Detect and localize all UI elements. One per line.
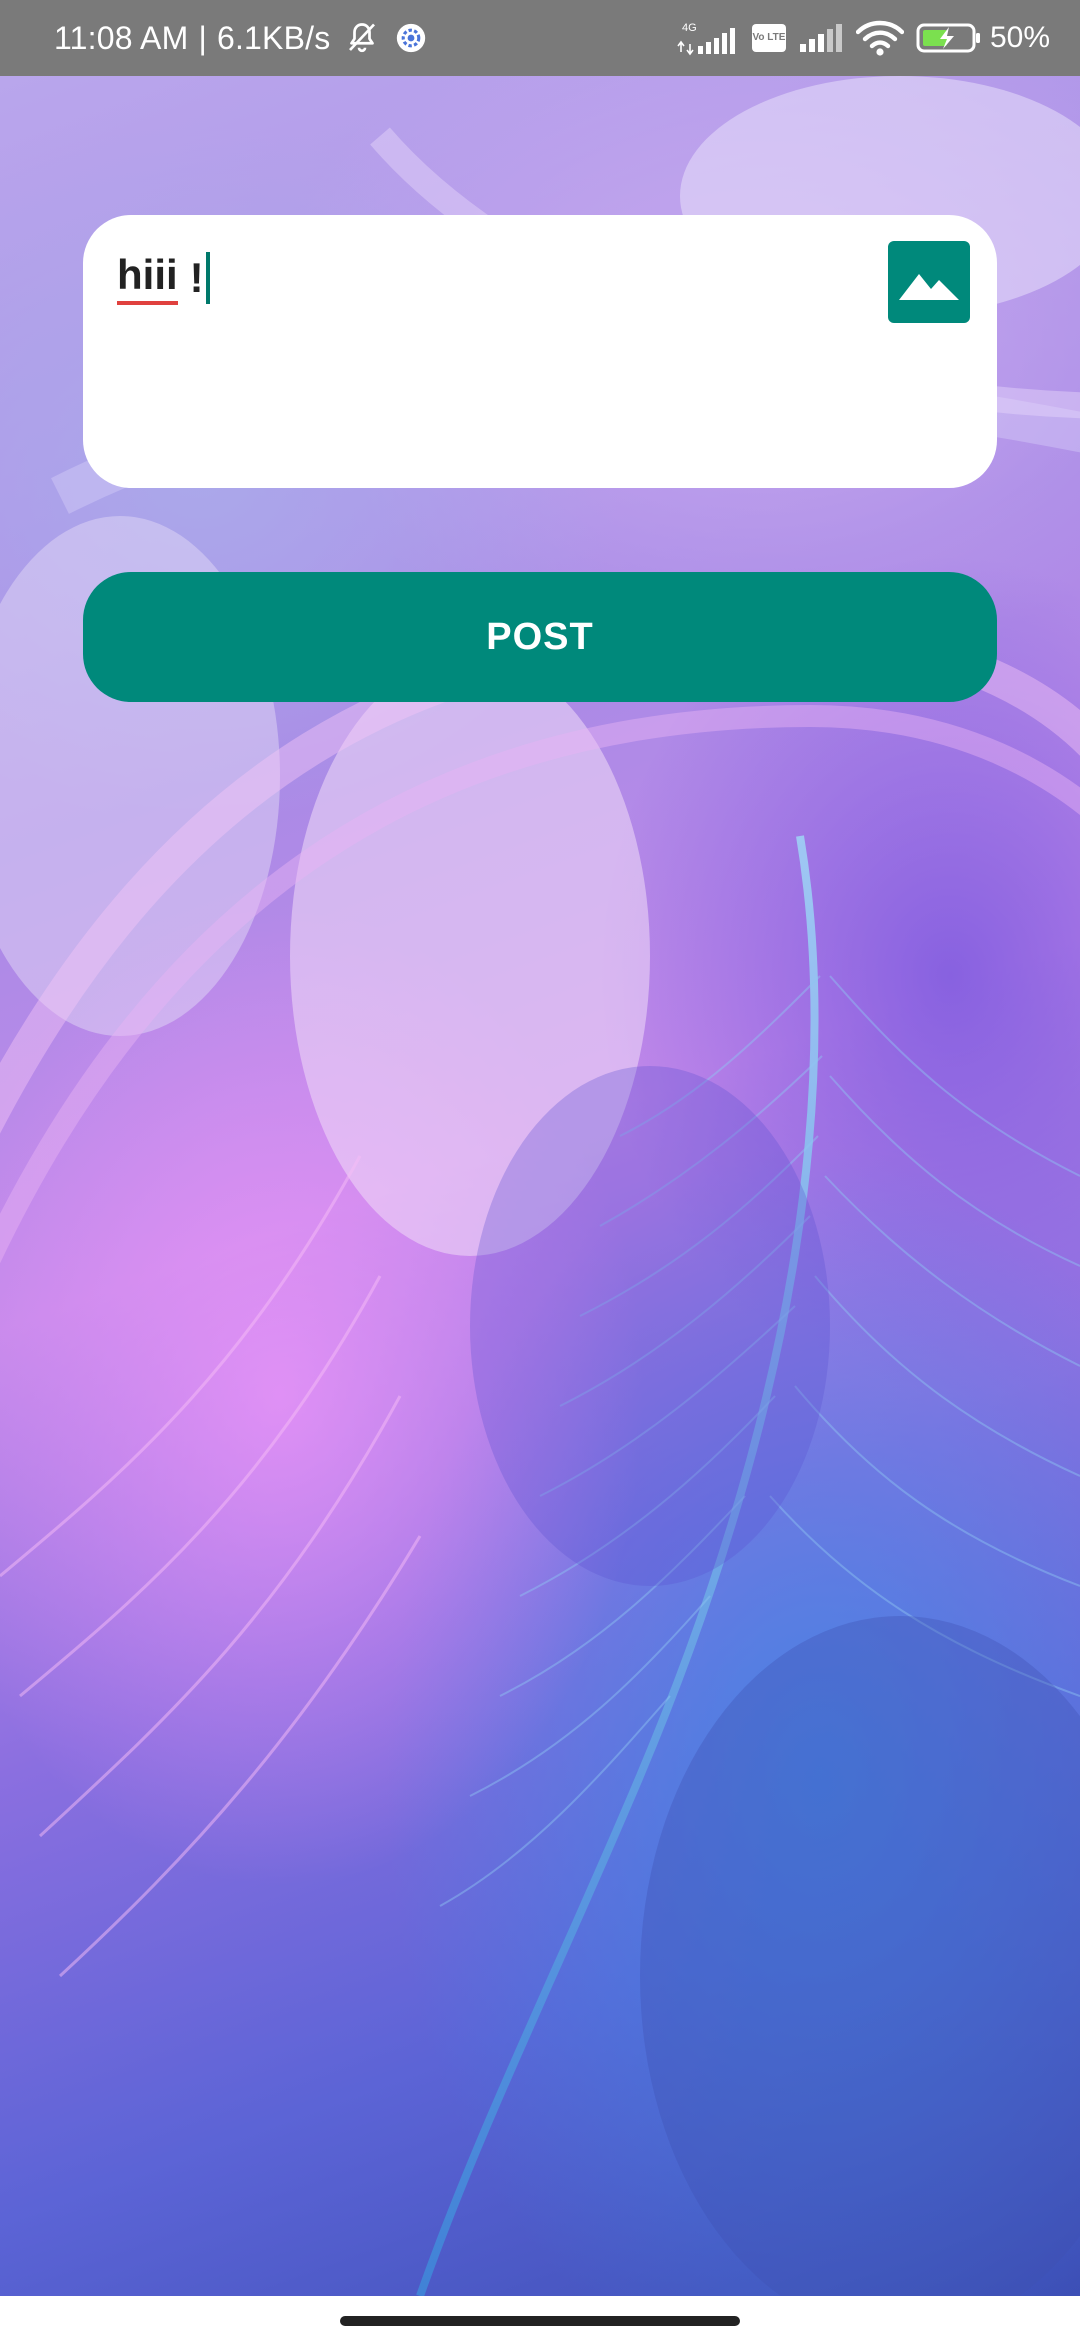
typed-text-word: hiii — [117, 251, 178, 305]
bell-off-icon — [344, 20, 380, 56]
status-bar: 11:08 AM | 6.1KB/s 4G Vo LTE 50% — [0, 0, 1080, 76]
network-type-label: 4G — [682, 22, 697, 34]
status-left: 11:08 AM | 6.1KB/s — [54, 20, 428, 57]
post-text-input[interactable]: hiii ! — [117, 251, 210, 305]
status-net-speed: 6.1KB/s — [216, 19, 331, 56]
post-composer-card: hiii ! — [83, 215, 997, 488]
add-image-button[interactable] — [888, 241, 970, 323]
post-button[interactable]: POST — [83, 572, 997, 702]
status-right: 4G Vo LTE 50% — [662, 19, 1050, 57]
status-separator: | — [198, 19, 207, 56]
wifi-icon — [855, 19, 904, 57]
signal-4g-icon: 4G — [674, 20, 740, 56]
signal-icon — [798, 22, 844, 54]
home-indicator[interactable] — [340, 2316, 740, 2326]
status-time: 11:08 AM — [54, 19, 189, 56]
volte-badge: Vo LTE — [751, 24, 786, 52]
app-screen: 11:08 AM | 6.1KB/s 4G Vo LTE 50% hiii ! … — [0, 0, 1080, 2340]
image-mountain-icon — [897, 262, 961, 302]
text-cursor — [205, 252, 210, 304]
battery-percent: 50% — [989, 21, 1050, 54]
typed-text-rest: ! — [189, 254, 204, 301]
navigation-bar — [0, 2296, 1080, 2340]
battery-charging-icon — [916, 22, 982, 54]
settings-gear-icon — [394, 21, 428, 55]
